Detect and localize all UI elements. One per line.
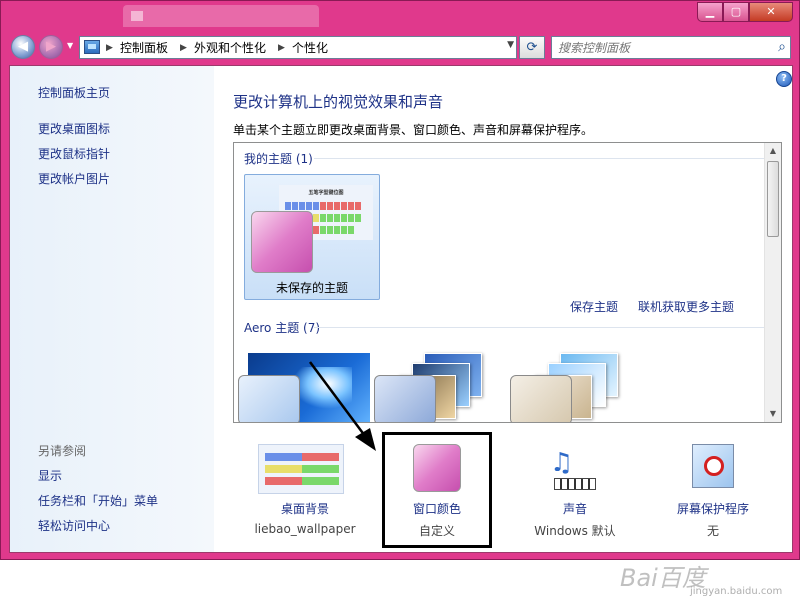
scroll-up-arrow-icon[interactable]: ▲ [765,143,781,159]
desktop-background-button[interactable]: 桌面背景 liebao_wallpaper [240,436,370,546]
breadcrumb-personalization[interactable]: 个性化 [292,40,328,56]
page-title: 更改计算机上的视觉效果和声音 [233,93,444,111]
music-note-icon: ♫ [550,448,574,478]
maximize-button[interactable]: ▢ [723,2,749,22]
desktop-background-value: liebao_wallpaper [254,522,356,536]
chevron-right-icon[interactable]: ▶ [106,40,113,56]
screen-saver-icon [692,444,734,488]
group-divider [314,158,764,159]
no-symbol-icon [704,456,724,476]
keyboard-row [285,199,362,210]
scroll-thumb[interactable] [767,161,779,237]
theme-list-scrollbar[interactable]: ▲ ▼ [764,143,781,422]
search-box[interactable]: ⌕ [551,36,791,59]
unsaved-theme-tile[interactable]: 五笔字型键位图 未保存的主题 [244,174,380,300]
search-input[interactable] [558,40,758,55]
recent-pages-dropdown[interactable]: ▼ [67,40,77,52]
desktop-background-label: 桌面背景 [280,502,329,516]
back-button[interactable]: ◀ [11,35,35,59]
screen-saver-button[interactable]: 屏幕保护程序 无 [648,436,778,546]
address-bar[interactable]: ▶ 控制面板 ▶ 外观和个性化 ▶ 个性化 ▼ [79,36,517,59]
aero-swatch [374,375,436,422]
highlight-box [382,432,492,548]
background-window-title [123,5,319,27]
keyboard-row [265,465,339,473]
chevron-right-icon[interactable]: ▶ [278,40,285,56]
my-themes-header: 我的主题 (1) [244,152,313,166]
keyboard-row [265,453,339,461]
change-mouse-pointers-link[interactable]: 更改鼠标指针 [38,145,110,162]
aero-swatch [510,375,572,422]
scroll-down-arrow-icon[interactable]: ▼ [765,406,781,422]
desktop-background-icon [258,444,344,494]
screen-saver-label: 屏幕保护程序 [676,502,749,516]
refresh-button[interactable]: ⟳ [519,36,545,59]
sounds-label: 声音 [562,502,587,516]
window-color-swatch [251,211,313,273]
chevron-down-icon[interactable]: ▼ [507,40,514,50]
breadcrumb-control-panel[interactable]: 控制面板 [120,40,168,56]
watermark: Bai百度 jingyan.baidu.com [620,558,800,600]
keyboard-row [265,477,339,485]
theme-list: 我的主题 (1) 五笔字型键位图 未保存的主题 保存主题 联机获取更多主题 Ae… [233,142,782,423]
sounds-icon: ♫ [550,444,600,494]
minimize-button[interactable]: ▁ [697,2,723,22]
change-desktop-icons-link[interactable]: 更改桌面图标 [38,120,110,137]
change-account-picture-link[interactable]: 更改帐户图片 [38,170,110,187]
control-panel-window: ▁ ▢ ✕ ◀ ▶ ▼ ▶ 控制面板 ▶ 外观和个性化 ▶ 个性化 ▼ ⟳ ⌕ … [0,0,800,597]
sounds-value: Windows 默认 [534,524,616,538]
page-description: 单击某个主题立即更改桌面背景、窗口颜色、声音和屏幕保护程序。 [233,123,594,137]
forward-button[interactable]: ▶ [39,35,63,59]
chevron-right-icon[interactable]: ▶ [180,40,187,56]
get-more-themes-link[interactable]: 联机获取更多主题 [638,298,734,315]
wallpaper-caption: 五笔字型键位图 [308,190,344,196]
see-also-header: 另请参阅 [38,444,87,458]
search-icon[interactable]: ⌕ [778,39,786,55]
display-link[interactable]: 显示 [38,467,62,484]
aero-themes-header: Aero 主题 (7) [244,321,321,335]
ease-of-access-link[interactable]: 轻松访问中心 [38,517,110,534]
taskbar-start-menu-link[interactable]: 任务栏和「开始」菜单 [38,492,158,509]
control-panel-icon [84,40,100,54]
content-area: 控制面板主页 更改桌面图标 更改鼠标指针 更改帐户图片 另请参阅 显示 任务栏和… [9,65,793,597]
navigation-bar: ◀ ▶ ▼ ▶ 控制面板 ▶ 外观和个性化 ▶ 个性化 ▼ ⟳ ⌕ [1,31,799,63]
close-button[interactable]: ✕ [749,2,793,22]
save-theme-link[interactable]: 保存主题 [570,298,618,315]
watermark-url: jingyan.baidu.com [690,586,783,597]
aero-swatch [238,375,300,422]
breadcrumb-appearance[interactable]: 外观和个性化 [194,40,266,56]
unsaved-theme-label: 未保存的主题 [275,281,348,295]
group-divider [314,327,764,328]
sounds-button[interactable]: ♫ 声音 Windows 默认 [510,436,640,546]
window-controls: ▁ ▢ ✕ [697,2,793,22]
screen-saver-value: 无 [706,524,719,538]
title-bar: ▁ ▢ ✕ [1,1,799,31]
piano-keys-icon [554,478,596,490]
left-task-pane: 控制面板主页 更改桌面图标 更改鼠标指针 更改帐户图片 另请参阅 显示 任务栏和… [10,66,214,552]
control-panel-home-link[interactable]: 控制面板主页 [38,84,110,101]
